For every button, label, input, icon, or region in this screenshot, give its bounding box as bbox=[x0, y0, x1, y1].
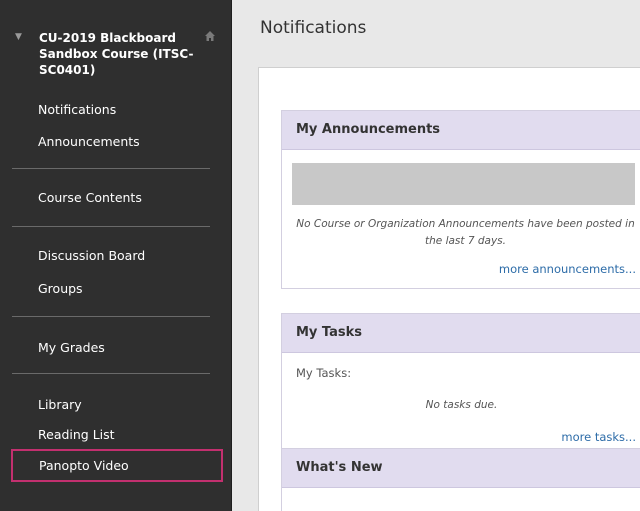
sidebar-item-notifications[interactable]: Notifications bbox=[38, 102, 116, 118]
no-tasks-message: No tasks due. bbox=[425, 399, 498, 411]
sidebar-divider bbox=[12, 373, 210, 374]
announcement-placeholder-bar bbox=[292, 163, 635, 205]
module-header: My Announcements bbox=[282, 111, 640, 150]
course-header: ▼ CU-2019 Blackboard Sandbox Course (ITS… bbox=[0, 30, 232, 94]
sidebar-item-my-grades[interactable]: My Grades bbox=[38, 340, 105, 356]
sidebar-item-reading-list[interactable]: Reading List bbox=[38, 427, 115, 443]
module-title[interactable]: My Tasks bbox=[296, 325, 362, 340]
page-title: Notifications bbox=[260, 18, 367, 38]
highlighted-menu-item: Panopto Video bbox=[11, 449, 223, 482]
main-content: Notifications My Announcements No Course… bbox=[233, 0, 640, 511]
module-header: What's New bbox=[282, 449, 640, 488]
empty-announcements-message: No Course or Organization Announcements … bbox=[296, 218, 635, 247]
sidebar-item-discussion-board[interactable]: Discussion Board bbox=[38, 248, 145, 264]
home-icon[interactable] bbox=[204, 30, 216, 42]
caret-down-icon[interactable]: ▼ bbox=[15, 32, 22, 42]
sidebar-item-library[interactable]: Library bbox=[38, 397, 82, 413]
sidebar-divider bbox=[12, 316, 210, 317]
course-menu-sidebar: ▼ CU-2019 Blackboard Sandbox Course (ITS… bbox=[0, 0, 232, 511]
more-tasks-link[interactable]: more tasks... bbox=[561, 430, 636, 444]
sidebar-item-course-contents[interactable]: Course Contents bbox=[38, 190, 142, 206]
whats-new-module: What's New bbox=[281, 448, 640, 511]
sidebar-item-groups[interactable]: Groups bbox=[38, 281, 83, 297]
sidebar-item-panopto-video[interactable]: Panopto Video bbox=[39, 458, 129, 474]
sidebar-divider bbox=[12, 168, 210, 169]
module-title[interactable]: What's New bbox=[296, 460, 383, 475]
tasks-module: My Tasks My Tasks: No tasks due. more ta… bbox=[281, 313, 640, 455]
sidebar-item-announcements[interactable]: Announcements bbox=[38, 134, 140, 150]
module-header: My Tasks bbox=[282, 314, 640, 353]
sidebar-divider bbox=[12, 226, 210, 227]
more-announcements-link[interactable]: more announcements... bbox=[499, 262, 636, 276]
tasks-label: My Tasks: bbox=[296, 366, 352, 380]
module-title[interactable]: My Announcements bbox=[296, 122, 440, 137]
course-title[interactable]: CU-2019 Blackboard Sandbox Course (ITSC-… bbox=[39, 30, 194, 78]
announcements-module: My Announcements No Course or Organizati… bbox=[281, 110, 640, 289]
